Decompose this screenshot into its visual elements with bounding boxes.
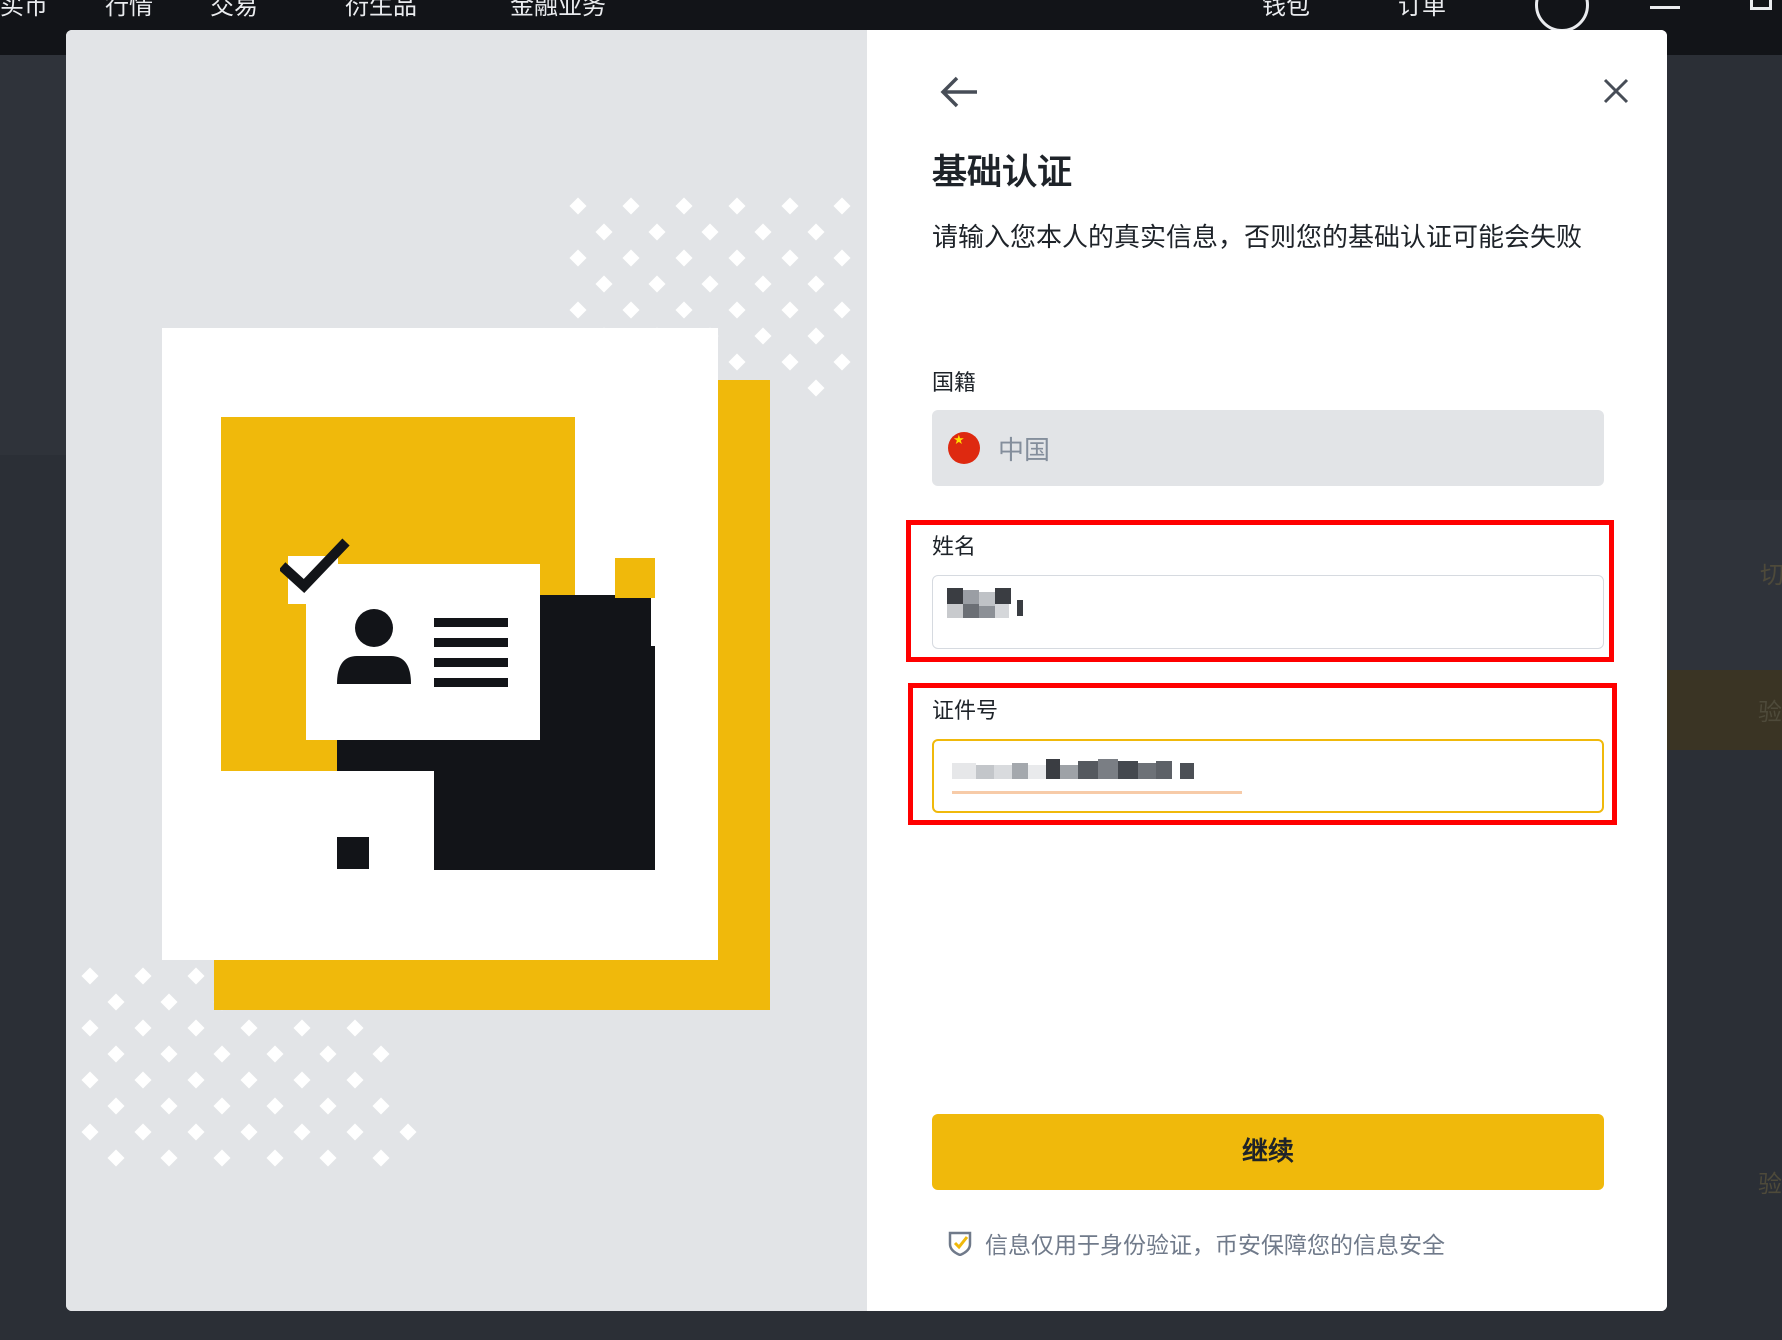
arrow-left-icon [940,76,977,108]
illustration-white-notch [337,771,434,891]
bg-text: 验 [1758,698,1782,726]
form-panel: 基础认证 请输入您本人的真实信息，否则您的基础认证可能会失败 国籍 ★ 中国 姓… [867,30,1667,1311]
close-button[interactable] [1599,74,1633,108]
nav-item-finance[interactable]: 金融业务 [510,0,606,21]
user-icon[interactable] [1535,0,1589,32]
close-icon [1603,78,1629,104]
back-button[interactable] [937,70,981,114]
nationality-select[interactable]: ★ 中国 [932,410,1604,486]
checkmark-icon [278,538,350,604]
id-number-highlight-box [908,683,1617,825]
form-description: 请输入您本人的真实信息，否则您的基础认证可能会失败 [932,223,1583,253]
continue-button[interactable]: 继续 [932,1114,1604,1190]
china-flag-icon: ★ [948,432,980,464]
nav-item-buy[interactable]: 买币 [0,0,48,21]
nav-item-trade[interactable]: 交易 [210,0,258,21]
privacy-note: 信息仅用于身份验证，币安保障您的信息安全 [985,1233,1445,1259]
basic-verification-modal: 基础认证 请输入您本人的真实信息，否则您的基础认证可能会失败 国籍 ★ 中国 姓… [66,30,1667,1311]
menu-icon[interactable] [1650,0,1680,9]
download-icon[interactable] [1750,0,1772,10]
illustration-yellow-small [615,558,655,598]
bg-text: 验 [1758,1170,1782,1198]
nationality-label: 国籍 [932,371,977,396]
shield-check-icon [947,1230,973,1257]
illustration-dark-small [337,837,369,869]
name-highlight-box [906,520,1614,662]
nav-item-orders[interactable]: 订单 [1398,0,1446,21]
bg-text: 切 [1760,561,1782,589]
nav-item-markets[interactable]: 行情 [105,0,153,21]
page-title: 基础认证 [932,153,1073,193]
nav-item-wallet[interactable]: 钱包 [1262,0,1310,21]
bg-panel [0,55,66,455]
illustration-panel [66,30,867,1311]
nav-item-derivatives[interactable]: 衍生品 [345,0,417,21]
nationality-value: 中国 [998,436,1051,466]
